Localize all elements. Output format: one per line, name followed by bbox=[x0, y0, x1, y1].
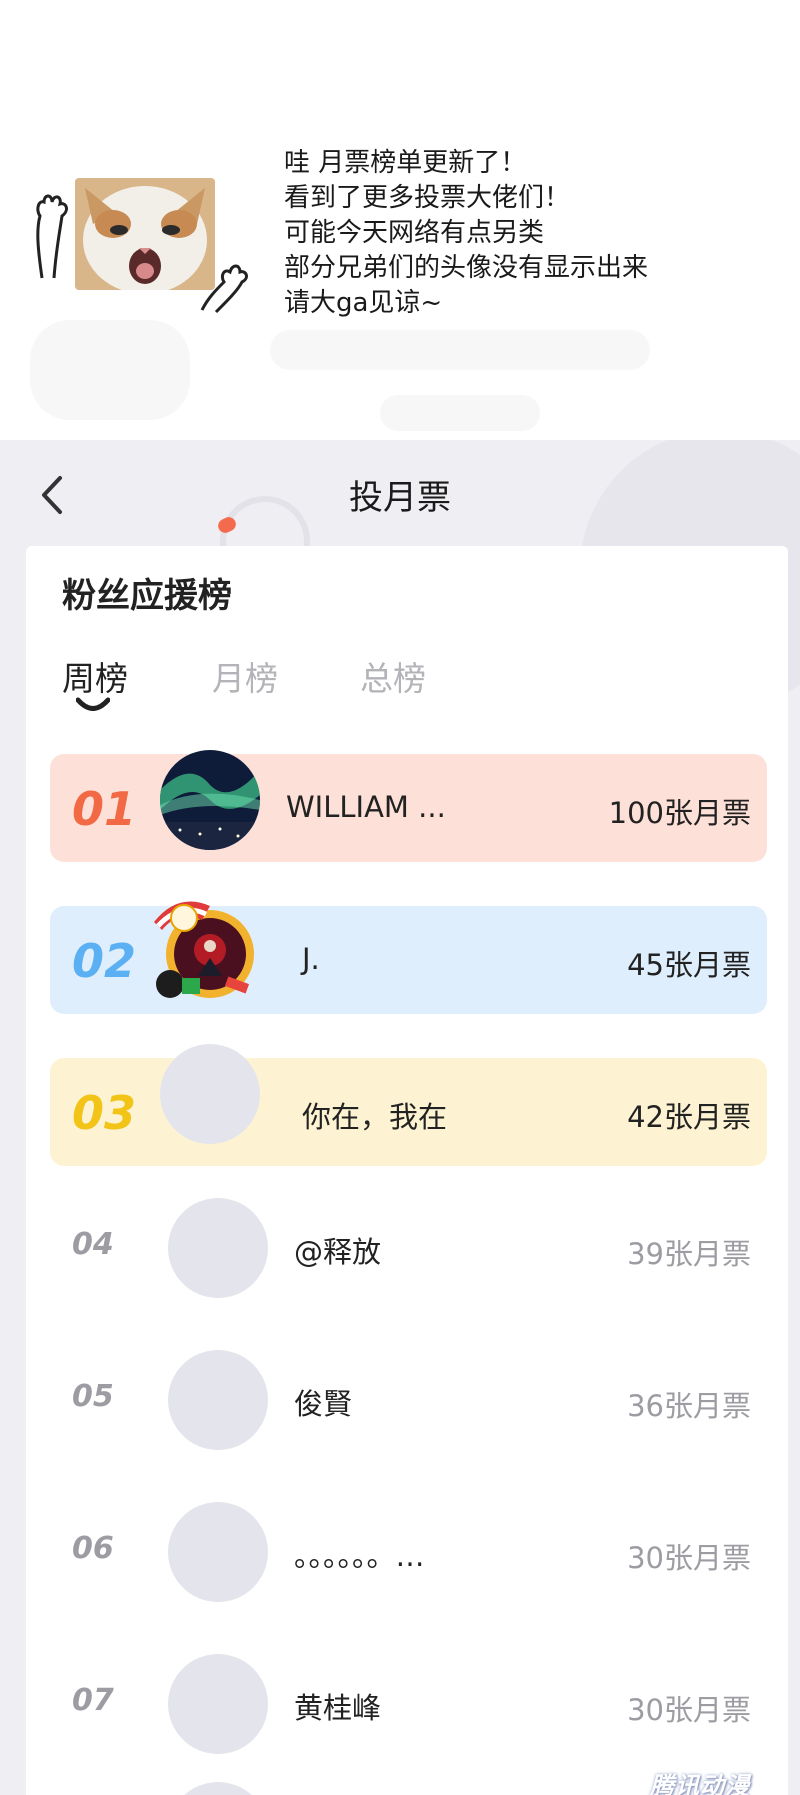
vote-count: 30张月票 bbox=[627, 1541, 751, 1575]
ranking-row-1[interactable]: 01 WILLIAM ... 100张月票 bbox=[50, 750, 767, 862]
board-title: 粉丝应援榜 bbox=[62, 576, 232, 616]
avatar-placeholder bbox=[168, 1782, 268, 1795]
top-nav-bar: 投月票 bbox=[0, 440, 800, 546]
monthly-ticket-screen: 投月票 粉丝应援榜 周榜 月榜 总榜 01 WILLIAM ... 100张月票… bbox=[0, 440, 800, 1795]
caption-line: 请大ga见谅~ bbox=[284, 288, 443, 318]
cat-photo bbox=[75, 178, 215, 290]
user-name: @释放 bbox=[294, 1235, 382, 1269]
page-title: 投月票 bbox=[349, 478, 451, 518]
active-tab-indicator bbox=[76, 697, 110, 711]
caption-text: 哇 月票榜单更新了！ 看到了更多投票大佬们！ 可能今天网络有点另类 部分兄弟们的… bbox=[284, 146, 764, 321]
shocked-cat-sticker bbox=[30, 170, 250, 315]
meme-caption-area: 哇 月票榜单更新了！ 看到了更多投票大佬们！ 可能今天网络有点另类 部分兄弟们的… bbox=[0, 0, 800, 440]
user-name: 你在，我在 bbox=[302, 1100, 448, 1134]
user-name: J. bbox=[302, 942, 320, 976]
avatar-placeholder[interactable] bbox=[160, 1044, 260, 1144]
fan-support-board: 粉丝应援榜 周榜 月榜 总榜 01 WILLIAM ... 100张月票 02 … bbox=[26, 546, 788, 1795]
user-name: 俊賢 bbox=[294, 1387, 353, 1421]
caption-line: 哇 月票榜单更新了！ bbox=[284, 148, 527, 178]
ranking-row-7[interactable]: 07 黄桂峰 30张月票 bbox=[50, 1649, 767, 1757]
avatar-placeholder[interactable] bbox=[168, 1350, 268, 1450]
rank-number: 06 bbox=[72, 1531, 114, 1566]
vote-count: 36张月票 bbox=[627, 1389, 751, 1423]
avatar-placeholder[interactable] bbox=[168, 1654, 268, 1754]
user-name: 黄桂峰 bbox=[294, 1691, 382, 1725]
caption-line: 部分兄弟们的头像没有显示出来 bbox=[284, 253, 649, 283]
caption-line: 看到了更多投票大佬们！ bbox=[284, 183, 571, 213]
tab-weekly[interactable]: 周榜 bbox=[62, 652, 128, 700]
watermark: 腾讯动漫 bbox=[650, 1772, 750, 1795]
user-name: 。。。。。。… bbox=[294, 1539, 425, 1573]
ranking-row-4[interactable]: 04 @释放 39张月票 bbox=[50, 1193, 767, 1301]
cat-paw-icon bbox=[36, 194, 68, 279]
avatar-with-frame[interactable] bbox=[154, 901, 260, 1010]
vote-count: 42张月票 bbox=[627, 1100, 751, 1134]
rank-number: 01 bbox=[72, 782, 137, 836]
cat-paw-icon bbox=[200, 264, 248, 314]
faded-background-text bbox=[20, 300, 780, 440]
ranking-row-6[interactable]: 06 。。。。。。… 30张月票 bbox=[50, 1497, 767, 1605]
ranking-row-3[interactable]: 03 你在，我在 42张月票 bbox=[50, 1044, 767, 1166]
rank-number: 02 bbox=[72, 934, 137, 988]
tab-monthly[interactable]: 月榜 bbox=[212, 652, 278, 700]
vote-count: 39张月票 bbox=[627, 1237, 751, 1271]
ranking-row-2[interactable]: 02 J. 45张月票 bbox=[50, 901, 767, 1014]
caption-line: 可能今天网络有点另类 bbox=[284, 218, 545, 248]
user-name: WILLIAM ... bbox=[286, 790, 446, 824]
tab-total[interactable]: 总榜 bbox=[360, 652, 426, 700]
avatar-placeholder[interactable] bbox=[168, 1198, 268, 1298]
rank-number: 03 bbox=[72, 1086, 137, 1140]
rank-number: 05 bbox=[72, 1379, 114, 1414]
vote-count: 45张月票 bbox=[627, 948, 751, 982]
rank-number: 07 bbox=[72, 1683, 114, 1718]
ranking-row-5[interactable]: 05 俊賢 36张月票 bbox=[50, 1345, 767, 1453]
avatar-placeholder[interactable] bbox=[168, 1502, 268, 1602]
vote-count: 30张月票 bbox=[627, 1693, 751, 1727]
avatar[interactable] bbox=[160, 750, 260, 850]
rank-number: 04 bbox=[72, 1227, 114, 1262]
vote-count: 100张月票 bbox=[608, 796, 751, 830]
